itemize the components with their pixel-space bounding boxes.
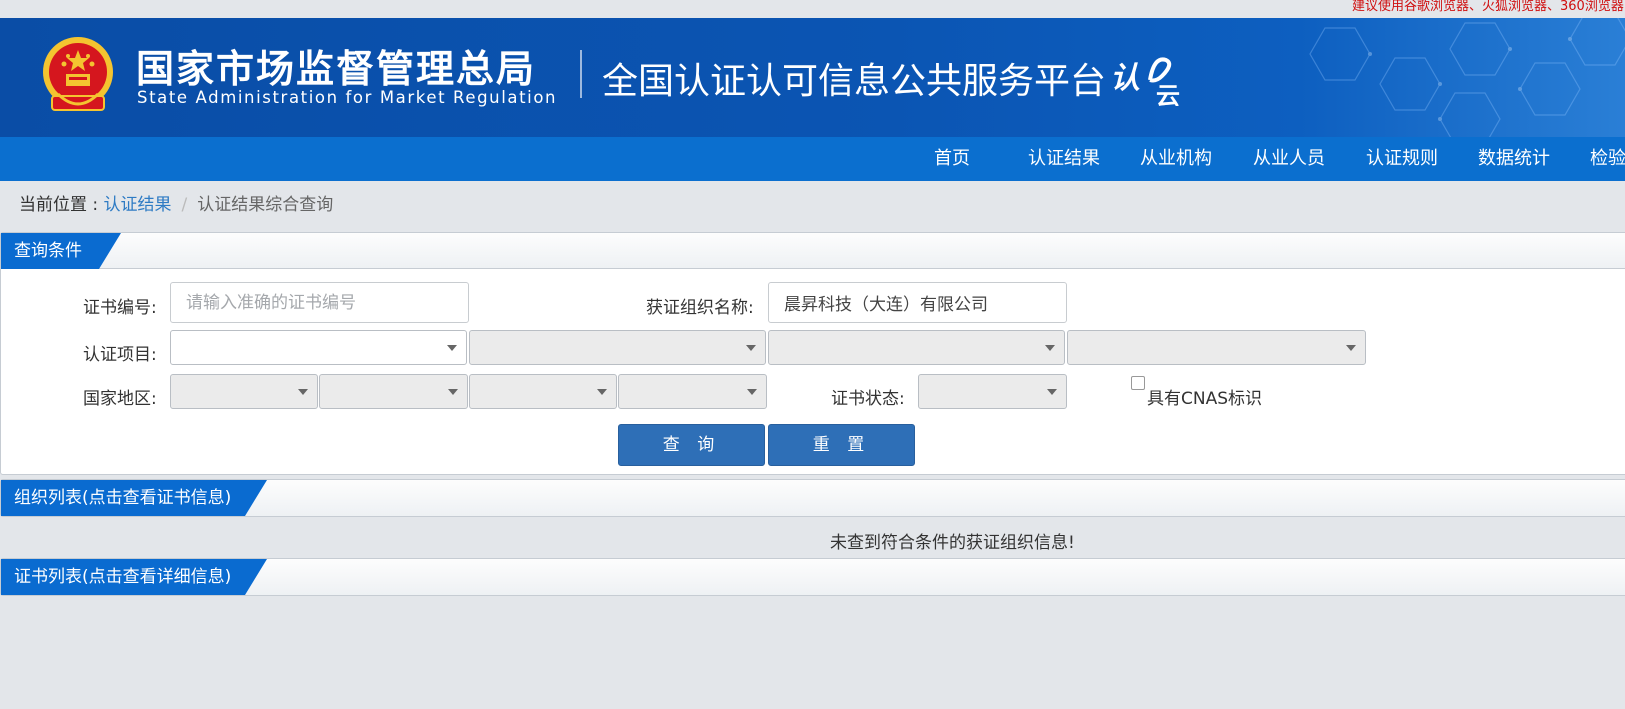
cnas-label: 具有CNAS标识 xyxy=(1147,389,1263,409)
svg-text:认: 认 xyxy=(1110,61,1140,96)
project-select-3[interactable] xyxy=(768,330,1065,365)
nav-statistics[interactable]: 数据统计 xyxy=(1478,137,1550,181)
region-select-1[interactable] xyxy=(170,374,318,409)
project-select-4[interactable] xyxy=(1067,330,1366,365)
chevron-down-icon xyxy=(447,345,457,351)
region-label: 国家地区: xyxy=(83,389,157,409)
chevron-down-icon xyxy=(1047,389,1057,395)
region-select-3[interactable] xyxy=(469,374,617,409)
chevron-down-icon xyxy=(746,345,756,351)
org-list-header: 组织列表(点击查看证书信息) xyxy=(1,480,1625,516)
project-select-2[interactable] xyxy=(469,330,766,365)
cert-no-input[interactable] xyxy=(170,282,469,323)
nav-practitioners[interactable]: 从业人员 xyxy=(1253,137,1325,181)
chevron-down-icon xyxy=(747,389,757,395)
nav-inspection[interactable]: 检验 xyxy=(1590,137,1625,181)
region-select-4[interactable] xyxy=(618,374,767,409)
query-panel-header: 查询条件 xyxy=(1,233,1625,269)
cnas-checkbox[interactable] xyxy=(1131,376,1145,390)
status-select[interactable] xyxy=(918,374,1067,409)
org-name-input[interactable] xyxy=(768,282,1067,323)
site-header: 国家市场监督管理总局 State Administration for Mark… xyxy=(0,18,1625,137)
cert-list-header: 证书列表(点击查看详细信息) xyxy=(1,559,1625,595)
cert-no-label: 证书编号: xyxy=(83,298,157,318)
status-label: 证书状态: xyxy=(831,389,905,409)
org-list-title: 组织列表(点击查看证书信息) xyxy=(1,480,267,516)
chevron-down-icon xyxy=(1045,345,1055,351)
renyun-logo: 认 云 xyxy=(1110,57,1180,106)
chevron-down-icon xyxy=(1346,345,1356,351)
nav-home[interactable]: 首页 xyxy=(934,137,970,181)
cert-list-panel: 证书列表(点击查看详细信息) xyxy=(0,558,1625,596)
platform-title: 全国认证认可信息公共服务平台 xyxy=(602,61,1107,102)
org-name-label: 获证组织名称: xyxy=(646,298,754,318)
reset-button[interactable]: 重 置 xyxy=(768,424,915,466)
hexagon-pattern-decoration xyxy=(1309,18,1625,137)
query-panel-title: 查询条件 xyxy=(1,233,121,269)
breadcrumb-prefix: 当前位置 : xyxy=(19,195,104,215)
national-emblem-icon xyxy=(43,37,113,111)
chevron-down-icon xyxy=(298,389,308,395)
breadcrumb: 当前位置 : 认证结果 / 认证结果综合查询 xyxy=(19,190,333,215)
search-button[interactable]: 查 询 xyxy=(618,424,765,466)
header-divider xyxy=(580,50,582,98)
browser-notice-text: 建议使用谷歌浏览器、火狐浏览器、360浏览器 xyxy=(1352,0,1624,14)
project-label: 认证项目: xyxy=(83,345,157,365)
main-nav: 首页 认证结果 从业机构 从业人员 认证规则 数据统计 检验 xyxy=(0,137,1625,181)
cert-list-title: 证书列表(点击查看详细信息) xyxy=(1,559,267,595)
chevron-down-icon xyxy=(597,389,607,395)
org-name-en: State Administration for Market Regulati… xyxy=(137,88,558,107)
org-list-empty-message: 未查到符合条件的获证组织信息! xyxy=(830,533,1075,553)
svg-text:云: 云 xyxy=(1156,82,1180,106)
breadcrumb-separator: / xyxy=(181,195,188,215)
org-name-cn: 国家市场监督管理总局 xyxy=(136,47,537,91)
chevron-down-icon xyxy=(448,389,458,395)
browser-notice-bar: 建议使用谷歌浏览器、火狐浏览器、360浏览器 xyxy=(0,0,1625,18)
nav-cert-results[interactable]: 认证结果 xyxy=(1028,137,1100,181)
org-list-panel: 组织列表(点击查看证书信息) xyxy=(0,479,1625,517)
nav-cert-rules[interactable]: 认证规则 xyxy=(1366,137,1438,181)
breadcrumb-current: 认证结果综合查询 xyxy=(197,195,334,215)
nav-institutions[interactable]: 从业机构 xyxy=(1140,137,1212,181)
region-select-2[interactable] xyxy=(319,374,468,409)
breadcrumb-link-cert-results[interactable]: 认证结果 xyxy=(104,195,172,215)
project-select-1[interactable] xyxy=(170,330,467,365)
